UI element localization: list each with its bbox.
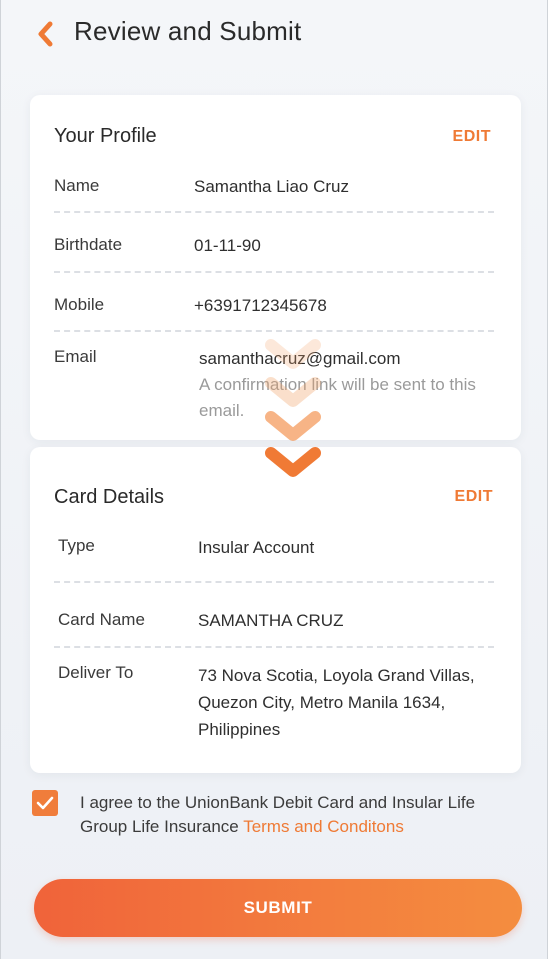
row-label: Deliver To — [58, 663, 134, 682]
row-label: Type — [58, 536, 95, 555]
back-button[interactable] — [36, 20, 60, 50]
row-value: Samantha Liao Cruz — [194, 177, 349, 196]
divider — [54, 581, 494, 583]
divider — [54, 211, 494, 213]
agreement-text: I agree to the UnionBank Debit Card and … — [80, 791, 480, 839]
divider — [54, 646, 494, 648]
row-value: 01-11-90 — [194, 236, 261, 255]
email-confirmation-note: A confirmation link will be sent to this… — [199, 375, 476, 420]
profile-card-title: Your Profile — [54, 125, 157, 147]
row-value: samanthacruz@gmail.com — [199, 349, 401, 368]
agreement-row: I agree to the UnionBank Debit Card and … — [30, 788, 521, 848]
checkmark-icon — [36, 796, 54, 810]
card-details-card: Card Details EDIT Type Insular Account C… — [30, 447, 521, 773]
row-label: Mobile — [54, 295, 105, 314]
divider — [54, 330, 494, 332]
row-label: Card Name — [58, 610, 145, 629]
card-details-title: Card Details — [54, 486, 165, 508]
header: Review and Submit — [0, 0, 548, 70]
row-value: Insular Account — [198, 538, 315, 557]
page-title: Review and Submit — [74, 16, 302, 46]
email-value-block: samanthacruz@gmail.com A confirmation li… — [199, 345, 479, 424]
row-value: SAMANTHA CRUZ — [198, 611, 344, 630]
address-line: Philippines — [198, 720, 281, 739]
divider — [54, 271, 494, 273]
submit-button[interactable]: SUBMIT — [34, 879, 522, 937]
address-line: 73 Nova Scotia, Loyola Grand Villas, — [198, 666, 475, 685]
row-label: Birthdate — [54, 235, 123, 254]
profile-card-header: Your Profile EDIT — [30, 122, 521, 162]
terms-link[interactable]: Terms and Conditons — [243, 817, 404, 836]
agreement-checkbox[interactable] — [32, 790, 58, 816]
card-details-header: Card Details EDIT — [30, 484, 521, 524]
delivery-address: 73 Nova Scotia, Loyola Grand Villas, Que… — [198, 662, 475, 743]
profile-edit-button[interactable]: EDIT — [453, 128, 491, 146]
row-value: +6391712345678 — [194, 296, 327, 315]
card-details-edit-button[interactable]: EDIT — [455, 488, 493, 506]
profile-card: Your Profile EDIT Name Samantha Liao Cru… — [30, 95, 521, 440]
chevron-left-icon — [38, 21, 53, 47]
row-label: Name — [54, 176, 100, 195]
row-label: Email — [54, 347, 97, 366]
address-line: Quezon City, Metro Manila 1634, — [198, 693, 446, 712]
